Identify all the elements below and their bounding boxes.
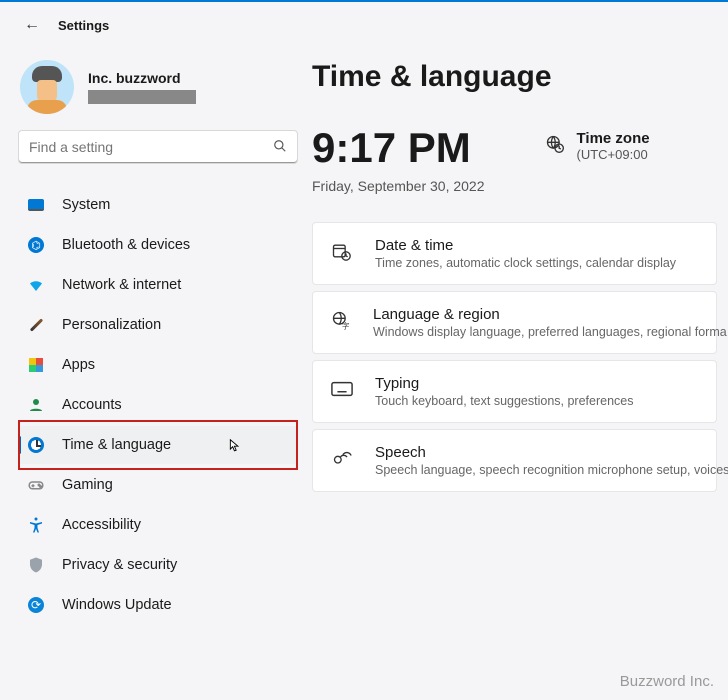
sidebar-item-label: Time & language [62, 437, 171, 453]
profile-email-redacted [88, 90, 196, 104]
back-icon[interactable]: ← [24, 16, 40, 34]
globe-language-icon: 字 [331, 310, 351, 335]
card-sub: Windows display language, preferred lang… [373, 325, 727, 339]
card-sub: Time zones, automatic clock settings, ca… [375, 256, 676, 270]
main-content: Time & language 9:17 PM Friday, Septembe… [300, 42, 728, 624]
shield-icon [26, 555, 46, 575]
clock-globe-icon [26, 435, 46, 455]
card-speech[interactable]: Speech Speech language, speech recogniti… [312, 429, 717, 492]
svg-text:字: 字 [342, 320, 350, 330]
watermark: Buzzword Inc. [620, 673, 714, 690]
sidebar-item-label: Apps [62, 357, 95, 373]
search-icon [273, 139, 287, 156]
current-date: Friday, September 30, 2022 [312, 178, 485, 194]
sidebar-item-time-language[interactable]: Time & language [18, 426, 298, 464]
nav-list: System ⌬ Bluetooth & devices Network & i… [18, 186, 300, 624]
sidebar-item-network[interactable]: Network & internet [18, 266, 298, 304]
wifi-icon [26, 275, 46, 295]
person-icon [26, 395, 46, 415]
calendar-clock-icon [331, 241, 353, 266]
card-date-time[interactable]: Date & time Time zones, automatic clock … [312, 222, 717, 285]
accessibility-icon [26, 515, 46, 535]
system-icon [26, 195, 46, 215]
speech-icon [331, 448, 353, 473]
sidebar-item-gaming[interactable]: Gaming [18, 466, 298, 504]
card-sub: Speech language, speech recognition micr… [375, 463, 728, 477]
sidebar-item-privacy[interactable]: Privacy & security [18, 546, 298, 584]
card-title: Typing [375, 375, 633, 392]
sidebar-item-system[interactable]: System [18, 186, 298, 224]
sidebar-item-windows-update[interactable]: ⟳ Windows Update [18, 586, 298, 624]
card-language-region[interactable]: 字 Language & region Windows display lang… [312, 291, 717, 354]
brush-icon [26, 315, 46, 335]
gamepad-icon [26, 475, 46, 495]
page-title: Time & language [312, 60, 728, 94]
cursor-icon [228, 436, 242, 458]
card-typing[interactable]: Typing Touch keyboard, text suggestions,… [312, 360, 717, 423]
timezone-block[interactable]: Time zone (UTC+09:00 [545, 130, 650, 162]
bluetooth-icon: ⌬ [26, 235, 46, 255]
app-title: Settings [58, 18, 109, 33]
sidebar-item-accessibility[interactable]: Accessibility [18, 506, 298, 544]
sidebar-item-label: Bluetooth & devices [62, 237, 190, 253]
sidebar: Inc. buzzword System ⌬ Bluetooth & devic… [0, 42, 300, 624]
card-sub: Touch keyboard, text suggestions, prefer… [375, 394, 633, 408]
sidebar-item-label: System [62, 197, 110, 213]
sidebar-item-apps[interactable]: Apps [18, 346, 298, 384]
timezone-value: (UTC+09:00 [577, 147, 650, 162]
avatar [20, 60, 74, 114]
sidebar-item-personalization[interactable]: Personalization [18, 306, 298, 344]
update-icon: ⟳ [26, 595, 46, 615]
search-input[interactable] [29, 139, 273, 155]
card-title: Language & region [373, 306, 727, 323]
apps-icon [26, 355, 46, 375]
card-title: Speech [375, 444, 728, 461]
sidebar-item-label: Accessibility [62, 517, 141, 533]
sidebar-item-label: Accounts [62, 397, 122, 413]
profile-name: Inc. buzzword [88, 70, 196, 86]
sidebar-item-label: Network & internet [62, 277, 181, 293]
sidebar-item-label: Gaming [62, 477, 113, 493]
sidebar-item-label: Personalization [62, 317, 161, 333]
sidebar-item-label: Windows Update [62, 597, 172, 613]
sidebar-item-label: Privacy & security [62, 557, 177, 573]
profile-block[interactable]: Inc. buzzword [18, 54, 300, 130]
search-box[interactable] [18, 130, 298, 164]
timezone-icon [545, 134, 565, 159]
timezone-label: Time zone [577, 130, 650, 147]
keyboard-icon [331, 381, 353, 402]
card-title: Date & time [375, 237, 676, 254]
current-time: 9:17 PM [312, 124, 485, 172]
sidebar-item-bluetooth[interactable]: ⌬ Bluetooth & devices [18, 226, 298, 264]
sidebar-item-accounts[interactable]: Accounts [18, 386, 298, 424]
